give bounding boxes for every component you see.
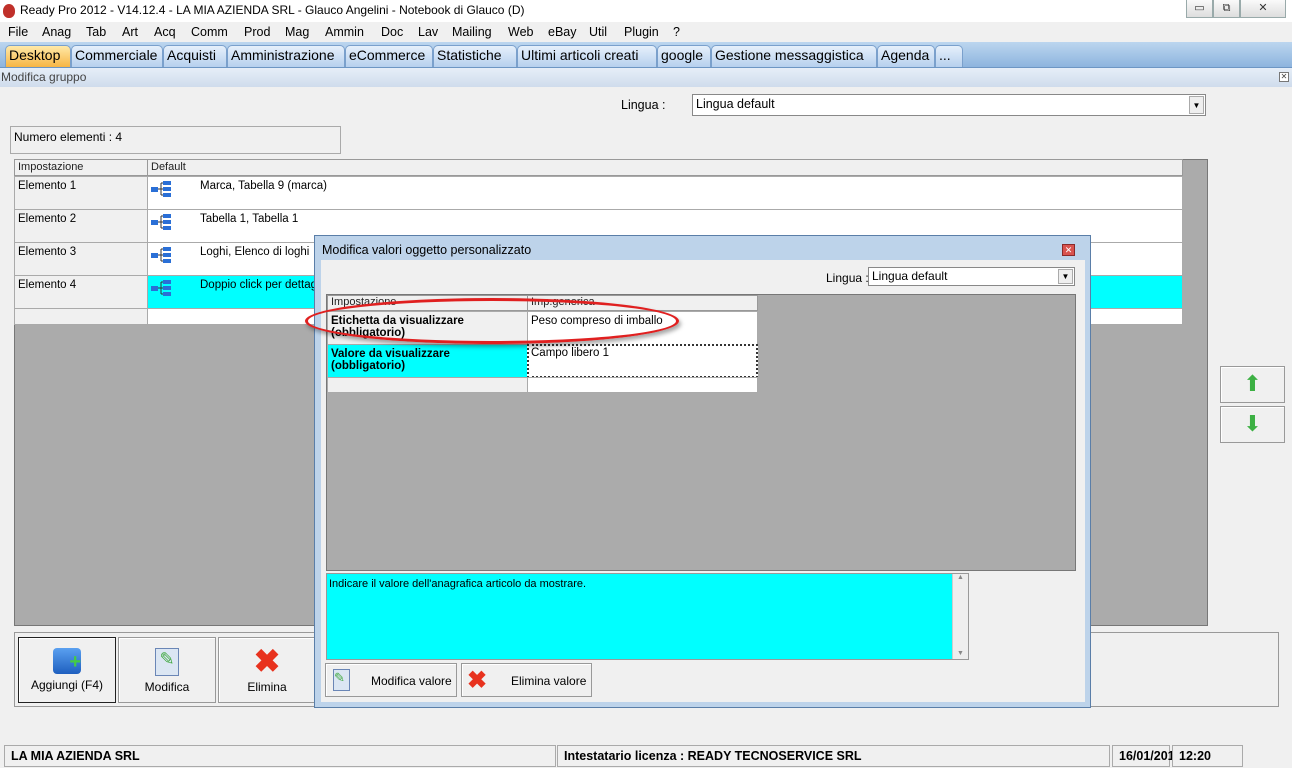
menu-comm[interactable]: Comm <box>191 25 228 39</box>
grid-row-name[interactable]: Elemento 2 <box>14 209 148 243</box>
description-scrollbar[interactable]: ▲ ▼ <box>952 574 968 659</box>
tab-google[interactable]: google <box>657 45 711 67</box>
tab-more[interactable]: ... <box>935 45 963 67</box>
add-button[interactable]: + Aggiungi (F4) <box>18 637 116 703</box>
add-box-icon: + <box>53 648 81 674</box>
grid-row-value-text: Marca, Tabella 9 (marca) <box>200 180 327 192</box>
lingua-value: Lingua default <box>696 97 775 111</box>
grid-row-value[interactable]: Marca, Tabella 9 (marca) <box>147 176 1183 210</box>
tree-structure-icon <box>151 181 171 197</box>
add-label: Aggiungi (F4) <box>30 678 104 692</box>
dialog-lingua-select[interactable]: Lingua default ▼ <box>868 267 1075 286</box>
menu-util[interactable]: Util <box>589 25 607 39</box>
dialog-lingua-value: Lingua default <box>872 269 948 283</box>
delete-x-icon: ✖ <box>253 643 281 679</box>
edit-value-label: Modifica valore <box>371 674 452 688</box>
dialog-lingua-label: Lingua : <box>826 271 869 285</box>
arrow-down-icon: ⬇ <box>1243 411 1262 436</box>
tab-commerciale[interactable]: Commerciale <box>71 45 163 67</box>
dialog-empty-row <box>527 377 758 393</box>
grid-row-value-text: Loghi, Elenco di loghi <box>200 246 310 258</box>
menu-acq[interactable]: Acq <box>154 25 176 39</box>
menu-prod[interactable]: Prod <box>244 25 270 39</box>
menu-mag[interactable]: Mag <box>285 25 309 39</box>
window-title: Ready Pro 2012 - V14.12.4 - LA MIA AZIEN… <box>20 3 525 17</box>
edit-button[interactable]: ✎ Modifica <box>118 637 216 703</box>
delete-x-icon: ✖ <box>467 667 488 694</box>
chevron-down-icon: ▼ <box>1189 96 1204 114</box>
tab-ecommerce[interactable]: eCommerce <box>345 45 433 67</box>
description-box: Indicare il valore dell'anagrafica artic… <box>326 573 969 660</box>
grid-row-value-text: Doppio click per dettagli <box>200 279 323 291</box>
tree-structure-icon <box>151 214 171 230</box>
tree-structure-icon <box>151 247 171 263</box>
restore-button[interactable]: ⧉ <box>1213 0 1240 18</box>
dialog-row-label[interactable]: Valore da visualizzare (obbligatorio) <box>327 344 528 378</box>
tab-bar: Desktop Commerciale Acquisti Amministraz… <box>0 42 1292 68</box>
menu-plugin[interactable]: Plugin <box>624 25 659 39</box>
minimize-button[interactable]: ▭ <box>1186 0 1213 18</box>
tab-statistiche[interactable]: Statistiche <box>433 45 517 67</box>
menu-ebay[interactable]: eBay <box>548 25 577 39</box>
panel-title-bar: Modifica gruppo ✕ <box>0 68 1292 87</box>
dialog-row-value[interactable]: Campo libero 1 <box>527 344 758 378</box>
tab-gestione-messaggistica[interactable]: Gestione messaggistica <box>711 45 877 67</box>
status-company: LA MIA AZIENDA SRL <box>4 745 556 767</box>
close-button[interactable]: ✕ <box>1240 0 1286 18</box>
grid-row-name[interactable]: Elemento 1 <box>14 176 148 210</box>
delete-value-label: Elimina valore <box>511 674 587 688</box>
delete-value-button[interactable]: ✖ Elimina valore <box>461 663 592 697</box>
menu-doc[interactable]: Doc <box>381 25 403 39</box>
status-license: Intestatario licenza : READY TECNOSERVIC… <box>557 745 1110 767</box>
grid-row-value-text: Tabella 1, Tabella 1 <box>200 213 299 225</box>
app-logo-icon <box>3 4 15 18</box>
description-text: Indicare il valore dell'anagrafica artic… <box>329 578 587 590</box>
lingua-label: Lingua : <box>621 98 666 112</box>
status-time: 12:20 <box>1172 745 1243 767</box>
col-header-default[interactable]: Default <box>147 159 1183 176</box>
menu-web[interactable]: Web <box>508 25 533 39</box>
panel-title: Modifica gruppo <box>1 70 87 84</box>
grid-empty-row <box>14 308 148 325</box>
panel-close-icon[interactable]: ✕ <box>1279 72 1289 82</box>
tab-agenda[interactable]: Agenda <box>877 45 935 67</box>
edit-value-button[interactable]: ✎ Modifica valore <box>325 663 457 697</box>
menu-help[interactable]: ? <box>673 25 680 39</box>
edit-document-icon: ✎ <box>155 648 179 676</box>
dialog-close-button[interactable]: ✕ <box>1062 244 1075 256</box>
move-up-button[interactable]: ⬆ <box>1220 366 1285 403</box>
grid-row-name[interactable]: Elemento 3 <box>14 242 148 276</box>
arrow-up-icon: ⬆ <box>1243 371 1262 396</box>
chevron-down-icon: ▼ <box>1058 269 1073 284</box>
tab-amministrazione[interactable]: Amministrazione <box>227 45 345 67</box>
menu-art[interactable]: Art <box>122 25 138 39</box>
grid-row-name[interactable]: Elemento 4 <box>14 275 148 309</box>
dialog-empty-row <box>327 377 528 393</box>
col-header-impostazione[interactable]: Impostazione <box>14 159 148 176</box>
menu-lav[interactable]: Lav <box>418 25 438 39</box>
menu-file[interactable]: File <box>8 25 28 39</box>
move-down-button[interactable]: ⬇ <box>1220 406 1285 443</box>
title-bar: Ready Pro 2012 - V14.12.4 - LA MIA AZIEN… <box>0 0 1292 22</box>
tab-acquisti[interactable]: Acquisti <box>163 45 227 67</box>
edit-label: Modifica <box>144 680 190 694</box>
delete-label: Elimina <box>247 680 287 694</box>
lingua-select[interactable]: Lingua default ▼ <box>692 94 1206 116</box>
menu-ammin[interactable]: Ammin <box>325 25 364 39</box>
tab-desktop[interactable]: Desktop <box>5 45 71 67</box>
menu-mailing[interactable]: Mailing <box>452 25 492 39</box>
status-date: 16/01/2013 <box>1112 745 1182 767</box>
edit-document-icon: ✎ <box>333 669 350 691</box>
menu-anag[interactable]: Anag <box>42 25 71 39</box>
delete-button[interactable]: ✖ Elimina <box>218 637 316 703</box>
element-count: Numero elementi : 4 <box>10 126 341 154</box>
annotation-ellipse <box>305 298 679 344</box>
tab-ultimi-articoli[interactable]: Ultimi articoli creati <box>517 45 657 67</box>
tree-structure-icon <box>151 280 171 296</box>
dialog-title: Modifica valori oggetto personalizzato <box>322 243 532 257</box>
menu-tab[interactable]: Tab <box>86 25 106 39</box>
menu-bar: File Anag Tab Art Acq Comm Prod Mag Ammi… <box>0 22 1292 42</box>
